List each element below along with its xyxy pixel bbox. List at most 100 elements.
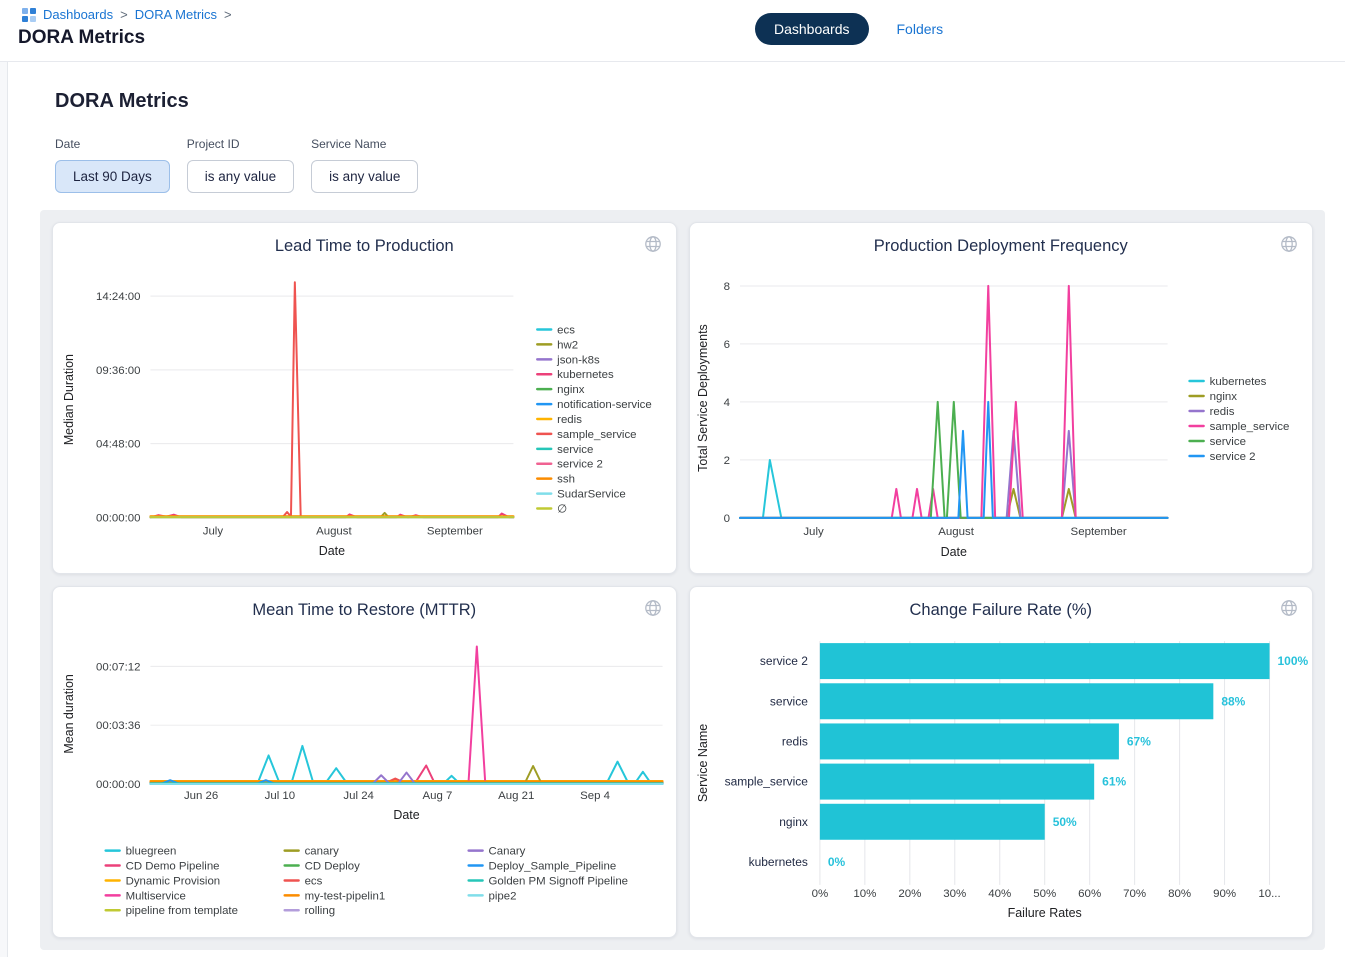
svg-text:CD Demo Pipeline: CD Demo Pipeline <box>126 861 220 873</box>
dashboard-grid: Lead Time to Production 00:00:00 04:48:00… <box>40 210 1325 950</box>
svg-text:kubernetes: kubernetes <box>557 369 614 381</box>
svg-text:kubernetes: kubernetes <box>748 855 807 869</box>
breadcrumb-separator: > <box>224 7 232 22</box>
svg-text:00:00:00: 00:00:00 <box>96 779 140 791</box>
svg-text:88%: 88% <box>1221 694 1245 708</box>
main-content: DORA Metrics Date Last 90 Days Project I… <box>8 62 1345 957</box>
svg-text:my-test-pipelin1: my-test-pipelin1 <box>305 890 386 902</box>
svg-text:00:03:36: 00:03:36 <box>96 720 140 732</box>
svg-text:∅: ∅ <box>557 503 567 515</box>
filter-service-name-value-button[interactable]: is any value <box>311 160 418 193</box>
svg-text:100%: 100% <box>1277 654 1308 668</box>
svg-text:sample_service: sample_service <box>557 429 636 441</box>
svg-text:04:48:00: 04:48:00 <box>96 439 140 451</box>
svg-text:14:24:00: 14:24:00 <box>96 291 140 303</box>
filter-project-id-value-button[interactable]: is any value <box>187 160 294 193</box>
chart-title-deployment-frequency: Production Deployment Frequency <box>690 223 1313 263</box>
svg-text:August: August <box>316 525 352 537</box>
card-change-failure-rate: Change Failure Rate (%) 0%10%20%30%40%50… <box>689 586 1314 938</box>
svg-text:July: July <box>203 525 224 537</box>
svg-text:61%: 61% <box>1102 775 1126 789</box>
svg-text:40%: 40% <box>988 888 1011 900</box>
svg-text:notification-service: notification-service <box>557 399 652 411</box>
filter-service-name-label: Service Name <box>311 137 418 151</box>
globe-icon[interactable] <box>1280 235 1298 253</box>
svg-text:90%: 90% <box>1213 888 1236 900</box>
svg-text:service 2: service 2 <box>557 459 603 471</box>
svg-text:sample_service: sample_service <box>724 775 808 789</box>
svg-text:sample_service: sample_service <box>1209 421 1289 433</box>
chart-title-lead-time: Lead Time to Production <box>53 223 676 263</box>
svg-text:service 2: service 2 <box>759 654 807 668</box>
svg-text:rolling: rolling <box>305 905 335 917</box>
svg-text:8: 8 <box>723 281 729 293</box>
filter-date-label: Date <box>55 137 170 151</box>
svg-text:Canary: Canary <box>489 846 526 858</box>
tab-folders[interactable]: Folders <box>897 21 944 37</box>
chart-deployment-frequency-canvas: 02468JulyAugustSeptemberDateTotal Servic… <box>690 263 1313 574</box>
svg-text:redis: redis <box>1209 406 1234 418</box>
svg-text:SudarService: SudarService <box>557 489 626 501</box>
svg-text:canary: canary <box>305 846 340 858</box>
svg-text:Mean duration: Mean duration <box>62 674 76 754</box>
svg-text:Multiservice: Multiservice <box>126 890 186 902</box>
svg-text:Jun 26: Jun 26 <box>184 790 218 802</box>
svg-text:Sep 4: Sep 4 <box>580 790 610 802</box>
filter-date: Date Last 90 Days <box>55 137 170 193</box>
svg-text:nginx: nginx <box>1209 391 1237 403</box>
svg-text:Date: Date <box>319 544 345 558</box>
svg-text:Aug 7: Aug 7 <box>423 790 453 802</box>
filter-date-value-button[interactable]: Last 90 Days <box>55 160 170 193</box>
svg-text:bluegreen: bluegreen <box>126 846 177 858</box>
svg-text:json-k8s: json-k8s <box>556 354 600 366</box>
svg-text:Aug 21: Aug 21 <box>498 790 534 802</box>
svg-text:redis: redis <box>557 414 582 426</box>
svg-text:CD Deploy: CD Deploy <box>305 861 361 873</box>
filter-service-name: Service Name is any value <box>311 137 418 193</box>
svg-text:67%: 67% <box>1126 734 1150 748</box>
breadcrumb-link-dora-metrics[interactable]: DORA Metrics <box>135 7 217 22</box>
svg-text:nginx: nginx <box>557 384 585 396</box>
page-title: DORA Metrics <box>8 62 1345 113</box>
svg-text:20%: 20% <box>898 888 921 900</box>
svg-text:ecs: ecs <box>305 875 323 887</box>
chart-change-failure-rate-canvas: 0%10%20%30%40%50%60%70%80%90%10...servic… <box>690 627 1313 938</box>
globe-icon[interactable] <box>644 235 662 253</box>
svg-text:September: September <box>427 525 483 537</box>
svg-text:September: September <box>1070 526 1126 538</box>
svg-text:ecs: ecs <box>557 324 575 336</box>
chart-mttr-canvas: 00:00:0000:03:3600:07:12Jun 26Jul 10Jul … <box>53 627 676 938</box>
svg-text:Total Service Deployments: Total Service Deployments <box>695 324 709 472</box>
svg-text:0: 0 <box>723 513 729 525</box>
svg-text:service: service <box>1209 436 1245 448</box>
svg-text:2: 2 <box>723 455 729 467</box>
card-lead-time-to-production: Lead Time to Production 00:00:0004:48:00… <box>52 222 677 574</box>
window-title: DORA Metrics <box>18 27 145 49</box>
view-tabs: Dashboards Folders <box>755 13 943 45</box>
svg-text:service: service <box>557 444 593 456</box>
svg-text:kubernetes: kubernetes <box>1209 376 1266 388</box>
svg-text:August: August <box>938 526 975 538</box>
tab-dashboards[interactable]: Dashboards <box>755 13 869 45</box>
globe-icon[interactable] <box>644 599 662 617</box>
svg-text:Jul 10: Jul 10 <box>265 790 295 802</box>
svg-text:80%: 80% <box>1168 888 1191 900</box>
card-mean-time-to-restore: Mean Time to Restore (MTTR) 00:00:00 00:0… <box>52 586 677 938</box>
globe-icon[interactable] <box>1280 599 1298 617</box>
svg-text:Median Duration: Median Duration <box>62 354 76 445</box>
svg-text:00:07:12: 00:07:12 <box>96 661 140 673</box>
svg-text:pipeline from template: pipeline from template <box>126 905 238 917</box>
breadcrumb-link-dashboards[interactable]: Dashboards <box>43 7 113 22</box>
chart-title-mttr: Mean Time to Restore (MTTR) <box>53 587 676 627</box>
svg-text:pipe2: pipe2 <box>489 890 517 902</box>
svg-text:Date: Date <box>393 808 419 822</box>
top-bar: Dashboards > DORA Metrics > DORA Metrics… <box>0 0 1345 62</box>
svg-text:50%: 50% <box>1052 815 1076 829</box>
svg-text:10%: 10% <box>853 888 876 900</box>
svg-text:Failure Rates: Failure Rates <box>1007 906 1081 920</box>
svg-text:70%: 70% <box>1123 888 1146 900</box>
chart-lead-time-canvas: 00:00:0004:48:0009:36:0014:24:00JulyAugu… <box>53 263 676 574</box>
breadcrumb: Dashboards > DORA Metrics > <box>22 7 232 22</box>
filter-bar: Date Last 90 Days Project ID is any valu… <box>8 113 1345 193</box>
svg-text:redis: redis <box>781 734 807 748</box>
